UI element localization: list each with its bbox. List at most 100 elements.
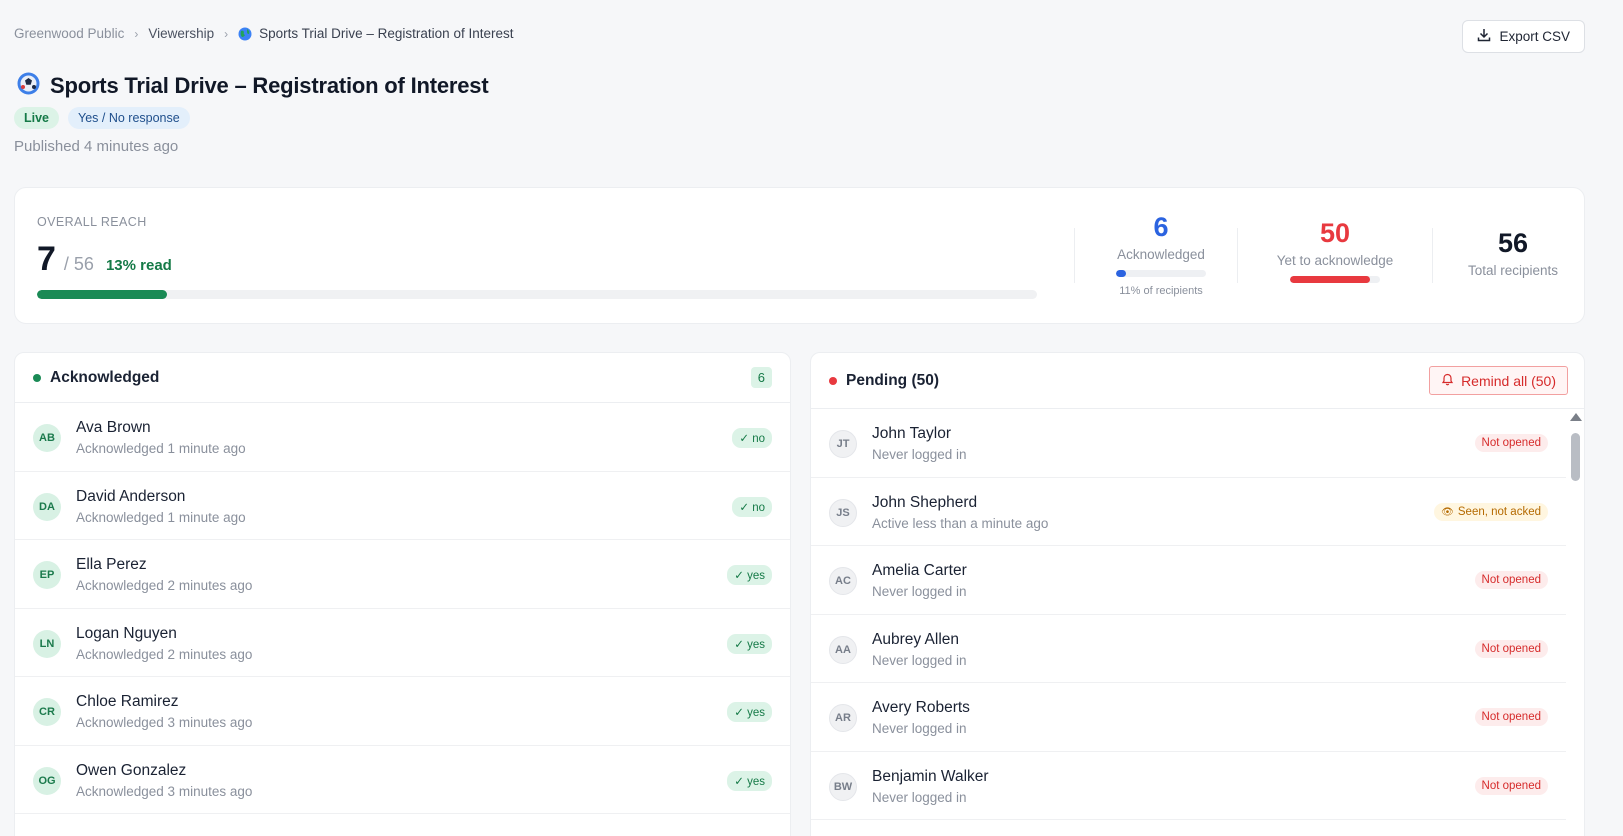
recipient-name: Ella Perez	[76, 556, 147, 573]
breadcrumb-viewership[interactable]: Viewership	[148, 26, 214, 41]
avatar: BW	[829, 772, 857, 801]
stat-acknowledged-value: 6	[1153, 212, 1169, 242]
recipient-name: Aubrey Allen	[872, 630, 960, 648]
stat-divider	[1432, 228, 1433, 283]
response-badge: ✓ yes	[727, 702, 772, 722]
bell-icon	[1441, 373, 1454, 389]
status-badge-label: Not opened	[1481, 779, 1541, 792]
top-bar: Greenwood Public › Viewership › Sports T…	[14, 26, 1531, 41]
page-title-row: Sports Trial Drive – Registration of Int…	[17, 72, 489, 100]
status-badge: Live	[14, 107, 60, 129]
stat-divider	[1074, 228, 1075, 283]
globe-icon	[238, 27, 252, 41]
recipient-name: Logan Nguyen	[76, 624, 177, 642]
recipient-status-text: Acknowledged 1 minute ago	[76, 509, 246, 525]
acknowledged-count-badge: 6	[750, 367, 772, 388]
stat-acknowledged-sub: 11% of recipients	[1119, 285, 1203, 297]
avatar: AA	[829, 635, 857, 664]
export-csv-button[interactable]: Export CSV	[1462, 20, 1585, 53]
recipient-status-text: Active less than a minute ago	[872, 515, 1049, 531]
recipient-status-text: Acknowledged 2 minutes ago	[76, 646, 253, 662]
status-badges: Live Yes / No response	[14, 107, 190, 129]
response-badge: ✓ yes	[727, 633, 772, 654]
acknowledged-panel-header: Acknowledged 6	[15, 353, 790, 403]
scroll-thumb[interactable]	[1571, 433, 1580, 481]
breadcrumb-greenwood-public[interactable]: Greenwood Public	[14, 26, 124, 41]
recipient-status-text: Acknowledged 1 minute ago	[76, 441, 246, 456]
list-item[interactable]: AR Avery Roberts Never logged in Not opened	[811, 683, 1566, 752]
acknowledged-panel-title: Acknowledged	[50, 368, 160, 386]
response-badge: ✓ yes	[727, 770, 772, 791]
remind-all-button[interactable]: Remind all (50)	[1429, 366, 1568, 395]
recipient-status-text: Never logged in	[872, 584, 967, 599]
scroll-up-arrow-icon[interactable]	[1570, 413, 1582, 421]
published-time: Published 4 minutes ago	[14, 138, 179, 155]
stat-acknowledged: 6 Acknowledged 11% of recipients	[1111, 212, 1211, 297]
status-badge: Not opened	[1474, 434, 1548, 452]
recipient-status-text: Never logged in	[872, 652, 967, 668]
pending-list: JT John Taylor Never logged in Not opened JS…	[811, 409, 1566, 820]
stat-yet-to-acknowledge: 50 Yet to acknowledge	[1270, 218, 1400, 283]
list-item[interactable]: AA Aubrey Allen Never logged in Not opened	[811, 615, 1566, 683]
status-badge-label: Seen, not acked	[1457, 505, 1541, 518]
list-item[interactable]: BW Benjamin Walker Never logged in Not open…	[811, 752, 1566, 820]
status-badge: Not opened	[1474, 776, 1548, 795]
pending-scrollbar[interactable]	[1566, 409, 1584, 836]
acknowledged-panel: Acknowledged 6 AB Ava Brown Acknowledged 1…	[14, 352, 791, 836]
status-badge: Not opened	[1474, 571, 1548, 589]
breadcrumb-separator: ›	[224, 26, 229, 41]
stat-acknowledged-label: Acknowledged	[1117, 247, 1205, 262]
list-item[interactable]: EP Ella Perez Acknowledged 2 minutes ago ✓ …	[15, 540, 790, 609]
reach-progress-bar	[37, 290, 1037, 299]
acknowledged-mini-bar	[1116, 270, 1206, 277]
avatar: JT	[829, 430, 857, 458]
download-icon	[1477, 28, 1491, 45]
recipient-name: Chloe Ramirez	[76, 693, 179, 710]
avatar: JS	[829, 498, 857, 527]
overall-reach-card: OVERALL REACH 7 / 56 13% read 6 Acknowle…	[14, 187, 1585, 324]
list-item[interactable]: LN Logan Nguyen Acknowledged 2 minutes ago…	[15, 609, 790, 677]
red-status-dot-icon	[829, 376, 837, 385]
list-item[interactable]: CR Chloe Ramirez Acknowledged 3 minutes ag…	[15, 677, 790, 746]
status-badge-label: Not opened	[1481, 642, 1541, 655]
recipient-status-text: Never logged in	[872, 447, 967, 462]
recipient-status-text: Acknowledged 3 minutes ago	[76, 783, 253, 799]
status-badge-label: Not opened	[1481, 437, 1541, 449]
yet-mini-bar	[1290, 276, 1380, 283]
response-type-badge: Yes / No response	[68, 107, 190, 129]
list-item[interactable]: OG Owen Gonzalez Acknowledged 3 minutes ag…	[15, 746, 790, 814]
status-badge-label: Not opened	[1481, 711, 1541, 723]
reach-percent: 13% read	[105, 257, 172, 274]
avatar: EP	[33, 561, 61, 589]
reach-total-count: / 56	[63, 254, 94, 274]
stat-total-label: Total recipients	[1467, 263, 1559, 278]
stat-total-value: 56	[1497, 228, 1529, 258]
page-title: Sports Trial Drive – Registration of Int…	[50, 73, 489, 98]
recipient-name: David Anderson	[76, 487, 186, 505]
export-csv-label: Export CSV	[1499, 29, 1570, 44]
response-badge: ✓ no	[732, 496, 772, 517]
recipient-status-text: Never logged in	[872, 721, 967, 736]
list-item[interactable]: AC Amelia Carter Never logged in Not opened	[811, 546, 1566, 615]
recipient-status-text: Acknowledged 3 minutes ago	[76, 715, 253, 730]
list-item[interactable]: JS John Shepherd Active less than a minute…	[811, 478, 1566, 546]
status-badge: 👁 Seen, not acked	[1434, 502, 1548, 521]
avatar: LN	[33, 629, 61, 658]
list-item[interactable]: DA David Anderson Acknowledged 1 minute ag…	[15, 472, 790, 540]
eye-icon: 👁	[1441, 506, 1454, 518]
acknowledged-list: AB Ava Brown Acknowledged 1 minute ago ✓ no…	[15, 403, 790, 814]
avatar: OG	[33, 766, 61, 795]
avatar: AC	[829, 567, 857, 595]
breadcrumb-current-page: Sports Trial Drive – Registration of Int…	[259, 26, 514, 41]
avatar: AB	[33, 424, 61, 452]
list-item[interactable]: AB Ava Brown Acknowledged 1 minute ago ✓ no	[15, 403, 790, 472]
stat-total-recipients: 56 Total recipients	[1463, 228, 1563, 278]
recipient-name: Avery Roberts	[872, 699, 970, 716]
recipient-name: Benjamin Walker	[872, 767, 989, 785]
recipient-status-text: Never logged in	[872, 789, 967, 805]
pending-panel: Pending (50) Remind all (50) JT John Tayl…	[810, 352, 1585, 836]
status-badge-label: Not opened	[1481, 574, 1541, 586]
pending-panel-title: Pending (50)	[846, 371, 940, 389]
recipient-name: Ava Brown	[76, 419, 151, 436]
list-item[interactable]: JT John Taylor Never logged in Not opened	[811, 409, 1566, 478]
